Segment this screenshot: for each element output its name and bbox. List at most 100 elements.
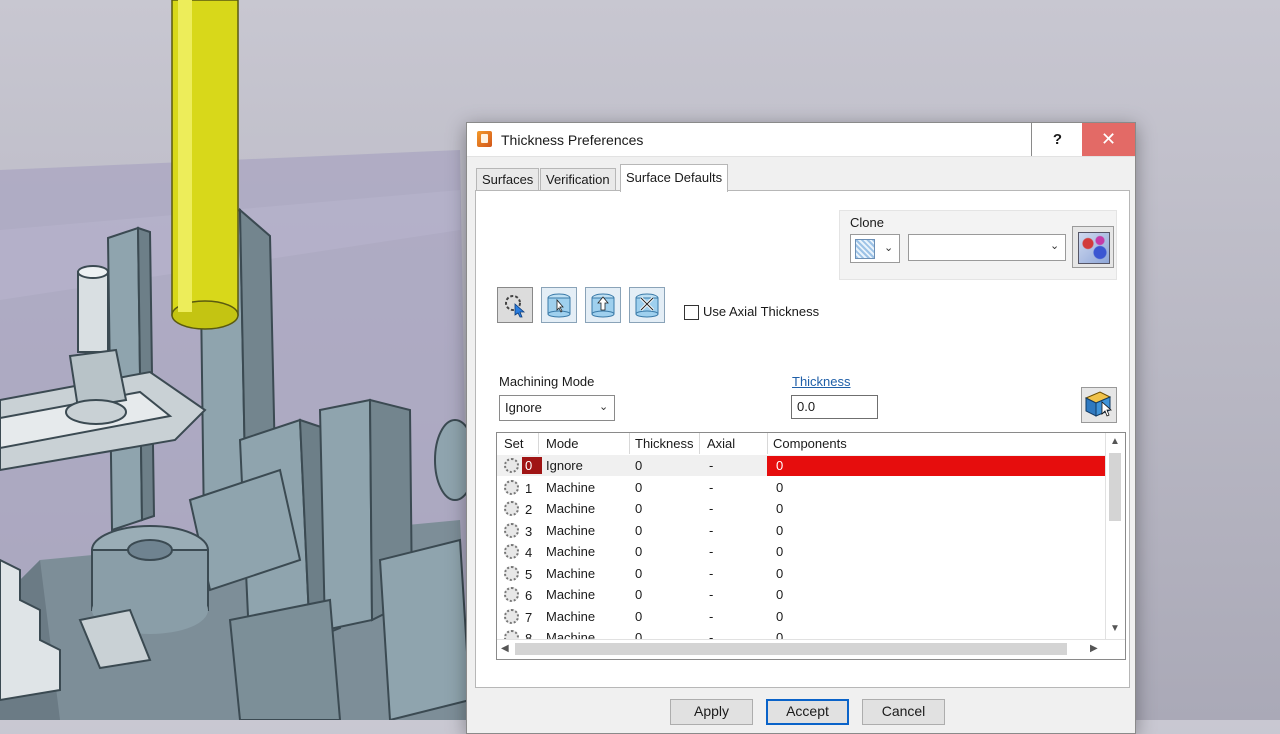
clear-surface-button[interactable] [629, 287, 665, 323]
raise-surface-icon [591, 293, 615, 318]
chevron-down-icon: ⌄ [1050, 240, 1060, 252]
cell-mode: Ignore [546, 458, 583, 473]
tab-surfaces[interactable]: Surfaces [476, 168, 540, 191]
cell-components: 0 [776, 458, 784, 473]
cell-mode: Machine [546, 501, 596, 516]
tab-surface-defaults[interactable]: Surface Defaults [620, 164, 729, 192]
cell-thickness: 0 [635, 587, 643, 602]
cell-axial: - [709, 565, 714, 581]
scroll-down-icon[interactable]: ▼ [1110, 623, 1120, 634]
cell-axial: - [709, 458, 714, 473]
cell-components: 0 [776, 608, 784, 624]
clone-surfaces-icon [1078, 232, 1110, 264]
clone-group: Clone ⌄ ⌄ [839, 210, 1117, 280]
surface-sets-table[interactable]: Set Mode Thickness Axial Components 0 Ign… [496, 432, 1126, 660]
cell-thickness: 0 [635, 479, 643, 495]
cell-set: 6 [525, 588, 533, 603]
chevron-down-icon: ⌄ [884, 242, 894, 254]
cell-set: 1 [525, 480, 533, 496]
thickness-link[interactable]: Thickness [792, 374, 851, 389]
components-highlight: 0 [767, 456, 1105, 476]
apply-button[interactable]: Apply [670, 699, 753, 725]
table-row[interactable]: 5 Machine 0 - 0 [497, 563, 1105, 584]
clamp-bolt [77, 271, 109, 353]
cell-thickness: 0 [635, 458, 643, 473]
table-row[interactable]: 3 Machine 0 - 0 [497, 520, 1105, 541]
accept-button[interactable]: Accept [766, 699, 849, 725]
raise-surface-button[interactable] [585, 287, 621, 323]
close-button[interactable]: ✕ [1082, 123, 1135, 156]
cell-thickness: 0 [635, 522, 643, 538]
gear-icon [504, 565, 519, 581]
hatch-pattern-icon [855, 239, 875, 259]
clone-source-select[interactable]: ⌄ [908, 234, 1066, 261]
cell-thickness: 0 [635, 565, 643, 581]
cell-axial: - [709, 544, 714, 559]
clone-apply-button[interactable] [1072, 226, 1114, 268]
cell-components: 0 [776, 501, 784, 516]
machining-mode-select[interactable]: Ignore ⌄ [499, 395, 615, 421]
column-header-set[interactable]: Set [504, 436, 524, 451]
gear-icon [504, 458, 519, 473]
cell-components: 0 [776, 522, 784, 538]
pick-surface-button[interactable] [541, 287, 577, 323]
cell-mode: Machine [546, 544, 596, 559]
select-cursor-button[interactable] [497, 287, 533, 323]
vertical-scrollbar[interactable]: ▲ ▼ [1105, 433, 1125, 639]
cell-components: 0 [776, 565, 784, 581]
column-header-axial[interactable]: Axial [707, 436, 735, 451]
pick-thickness-icon [1084, 391, 1113, 417]
cell-mode: Machine [546, 522, 596, 538]
tab-verification[interactable]: Verification [540, 168, 616, 191]
clone-pattern-dropdown[interactable]: ⌄ [850, 234, 900, 263]
machining-mode-label: Machining Mode [499, 374, 595, 389]
cell-thickness: 0 [635, 501, 643, 516]
cancel-button[interactable]: Cancel [862, 699, 945, 725]
cell-set: 7 [525, 609, 533, 625]
cell-axial: - [709, 522, 714, 538]
pick-thickness-button[interactable] [1081, 387, 1117, 423]
table-row[interactable]: 2 Machine 0 - 0 [497, 498, 1105, 519]
pick-surface-icon [547, 293, 571, 318]
cell-components: 0 [776, 544, 784, 559]
table-row[interactable]: 1 Machine 0 - 0 [497, 477, 1105, 498]
scroll-right-icon[interactable]: ▶ [1090, 643, 1098, 654]
horizontal-scrollbar[interactable]: ◀ ▶ [497, 639, 1125, 659]
horizontal-scroll-thumb[interactable] [515, 643, 1067, 655]
gear-icon [504, 587, 519, 602]
table-row[interactable]: 0 Ignore 0 - 0 [497, 455, 1105, 476]
cell-axial: - [709, 479, 714, 495]
table-header: Set Mode Thickness Axial Components [497, 433, 1105, 454]
surface-defaults-panel: Clone ⌄ ⌄ Use Axial Thickness Machining … [475, 190, 1130, 688]
gear-icon [504, 479, 519, 495]
thickness-preferences-dialog: Thickness Preferences ? ✕ Surfaces Verif… [466, 122, 1136, 734]
axial-thickness-label: Use Axial Thickness [703, 304, 820, 319]
table-row[interactable]: 4 Machine 0 - 0 [497, 541, 1105, 562]
gear-icon [504, 608, 519, 624]
cell-thickness: 0 [635, 544, 643, 559]
table-row[interactable]: 7 Machine 0 - 0 [497, 606, 1105, 627]
cell-mode: Machine [546, 565, 596, 581]
select-cursor-icon [505, 295, 526, 318]
scroll-left-icon[interactable]: ◀ [501, 643, 509, 654]
help-button[interactable]: ? [1031, 123, 1084, 156]
vertical-scroll-thumb[interactable] [1109, 453, 1121, 521]
scroll-up-icon[interactable]: ▲ [1110, 436, 1120, 447]
axial-thickness-checkbox[interactable] [684, 305, 699, 320]
table-row[interactable]: 6 Machine 0 - 0 [497, 584, 1105, 605]
cell-set: 5 [525, 566, 533, 582]
column-header-components[interactable]: Components [773, 436, 847, 451]
app-logo-icon [477, 131, 492, 147]
column-header-mode[interactable]: Mode [546, 436, 579, 451]
dialog-titlebar[interactable]: Thickness Preferences ? ✕ [467, 123, 1135, 157]
gear-icon [504, 544, 519, 559]
column-header-thickness[interactable]: Thickness [635, 436, 694, 451]
chevron-down-icon: ⌄ [599, 401, 609, 413]
cutting-tool [171, 0, 239, 330]
machining-mode-value: Ignore [505, 400, 542, 415]
cell-mode: Machine [546, 608, 596, 624]
cell-thickness: 0 [635, 608, 643, 624]
thickness-input[interactable]: 0.0 [791, 395, 878, 419]
clear-surface-icon [635, 293, 659, 318]
clone-label: Clone [850, 215, 884, 230]
